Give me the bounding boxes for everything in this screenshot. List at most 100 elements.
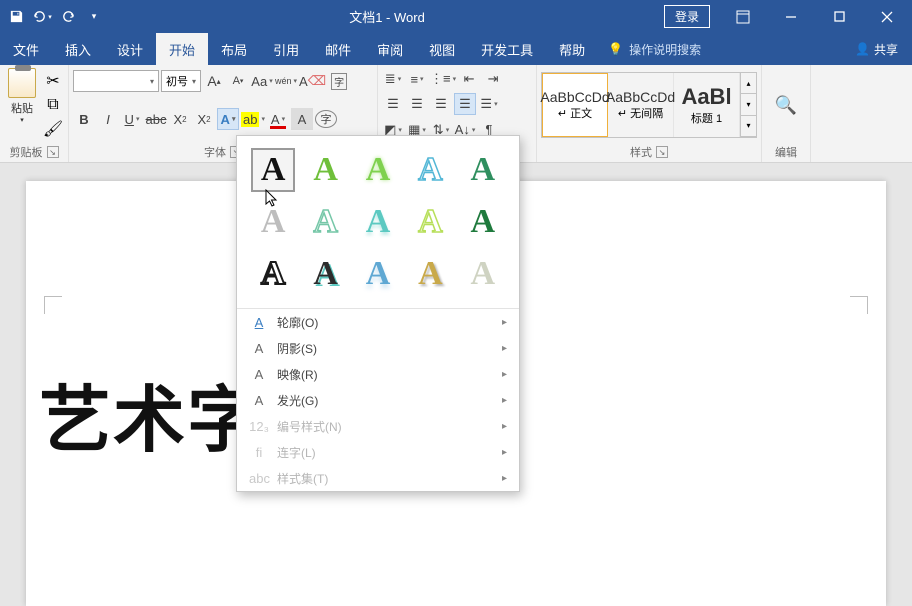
justify-button[interactable]: ☰: [454, 93, 476, 115]
font-size-combo[interactable]: 初号▾: [161, 70, 201, 92]
text-effect-swatch-13[interactable]: A: [356, 252, 400, 296]
stylistic-sets-icon: abc: [249, 471, 269, 486]
share-label: 共享: [874, 41, 898, 58]
tab-review[interactable]: 审阅: [364, 33, 416, 65]
tab-home[interactable]: 开始: [156, 33, 208, 65]
save-button[interactable]: [4, 5, 28, 29]
text-effect-swatch-1[interactable]: A: [251, 148, 295, 192]
tell-me-label: 操作说明搜索: [629, 41, 701, 58]
style-no-spacing[interactable]: AaBbCcDd↵ 无间隔: [608, 73, 674, 137]
tab-references[interactable]: 引用: [260, 33, 312, 65]
tab-insert[interactable]: 插入: [52, 33, 104, 65]
text-effect-swatch-14[interactable]: A: [408, 252, 452, 296]
style-label: 标题 1: [691, 110, 722, 126]
document-text[interactable]: 艺术字: [39, 361, 261, 466]
italic-button[interactable]: I: [97, 108, 119, 130]
close-button[interactable]: [864, 2, 910, 32]
login-button[interactable]: 登录: [664, 5, 710, 28]
format-painter-button[interactable]: 🖌: [42, 118, 64, 140]
text-effect-swatch-5[interactable]: A: [461, 148, 505, 192]
phonetic-guide-button[interactable]: wén: [275, 70, 297, 92]
multilevel-list-button[interactable]: ⋮≡: [430, 68, 456, 90]
dd-glow[interactable]: A发光(G)▸: [237, 387, 519, 413]
chevron-right-icon: ▸: [502, 447, 507, 458]
find-button[interactable]: 🔍: [766, 95, 806, 116]
copy-button[interactable]: ⧉: [42, 94, 64, 116]
dd-shadow[interactable]: A阴影(S)▸: [237, 335, 519, 361]
style-preview: AaBbCcDd: [540, 89, 609, 105]
ribbon-options-button[interactable]: [720, 2, 766, 32]
style-heading-1[interactable]: AaBl标题 1: [674, 73, 740, 137]
font-name-combo[interactable]: ▾: [73, 70, 159, 92]
share-button[interactable]: 👤 共享: [841, 33, 912, 65]
font-color-button[interactable]: A: [267, 108, 289, 130]
maximize-button[interactable]: [816, 2, 862, 32]
enclose-character-button[interactable]: 字: [315, 110, 337, 128]
grow-font-button[interactable]: A▴: [203, 70, 225, 92]
decrease-indent-button[interactable]: ⇤: [458, 68, 480, 90]
tab-layout[interactable]: 布局: [208, 33, 260, 65]
subscript-button[interactable]: X2: [169, 108, 191, 130]
strikethrough-button[interactable]: abc: [145, 108, 167, 130]
paste-button[interactable]: 粘贴 ▾: [4, 68, 40, 124]
styles-scroll-down[interactable]: ▾: [741, 94, 756, 115]
text-effect-swatch-9[interactable]: A: [408, 200, 452, 244]
tell-me-search[interactable]: 💡 操作说明搜索: [598, 33, 711, 65]
undo-button[interactable]: ▾: [30, 5, 54, 29]
text-effect-swatch-6[interactable]: A: [251, 200, 295, 244]
text-effects-dropdown: A A A A A A A A A A A A A A A A轮廓(O)▸ A阴…: [236, 135, 520, 492]
ligatures-icon: fi: [249, 445, 269, 460]
bold-button[interactable]: B: [73, 108, 95, 130]
increase-indent-button[interactable]: ⇥: [482, 68, 504, 90]
tab-design[interactable]: 设计: [104, 33, 156, 65]
bullets-button[interactable]: ≣: [382, 68, 404, 90]
share-icon: 👤: [855, 42, 870, 56]
chevron-right-icon: ▸: [502, 395, 507, 406]
tab-developer[interactable]: 开发工具: [468, 33, 546, 65]
styles-expand[interactable]: ▾: [741, 116, 756, 137]
redo-button[interactable]: [56, 5, 80, 29]
font-size-value: 初号: [166, 73, 188, 89]
search-icon: 🔍: [775, 95, 797, 116]
qat-customize-button[interactable]: ▾: [82, 5, 106, 29]
text-effect-swatch-3[interactable]: A: [356, 148, 400, 192]
text-effects-button[interactable]: A: [217, 108, 239, 130]
clear-formatting-button[interactable]: A⌫: [299, 70, 326, 92]
text-effect-swatch-12[interactable]: A: [303, 252, 347, 296]
align-center-button[interactable]: ☰: [406, 93, 428, 115]
shadow-icon: A: [249, 341, 269, 356]
style-normal[interactable]: AaBbCcDd↵ 正文: [542, 73, 608, 137]
text-effect-swatch-10[interactable]: A: [461, 200, 505, 244]
tab-mailings[interactable]: 邮件: [312, 33, 364, 65]
character-shading-button[interactable]: A: [291, 108, 313, 130]
styles-scroll-up[interactable]: ▴: [741, 73, 756, 94]
text-effect-swatch-11[interactable]: A: [251, 252, 295, 296]
text-effect-swatch-7[interactable]: A: [303, 200, 347, 244]
dd-ligatures: fi连字(L)▸: [237, 439, 519, 465]
highlight-button[interactable]: ab: [241, 108, 265, 130]
text-effect-swatch-4[interactable]: A: [408, 148, 452, 192]
align-left-button[interactable]: ☰: [382, 93, 404, 115]
text-effect-swatch-2[interactable]: A: [303, 148, 347, 192]
tab-view[interactable]: 视图: [416, 33, 468, 65]
enclose-characters-button[interactable]: 字: [328, 70, 350, 92]
tab-help[interactable]: 帮助: [546, 33, 598, 65]
change-case-button[interactable]: Aa: [251, 70, 273, 92]
minimize-button[interactable]: [768, 2, 814, 32]
tab-file[interactable]: 文件: [0, 33, 52, 65]
dd-outline[interactable]: A轮廓(O)▸: [237, 309, 519, 335]
text-effect-swatch-8[interactable]: A: [356, 200, 400, 244]
clipboard-dialog-launcher[interactable]: ↘: [47, 146, 59, 158]
numbering-button[interactable]: ≡: [406, 68, 428, 90]
align-right-button[interactable]: ☰: [430, 93, 452, 115]
shrink-font-button[interactable]: A▾: [227, 70, 249, 92]
superscript-button[interactable]: X2: [193, 108, 215, 130]
style-label: ↵ 正文: [558, 105, 592, 121]
text-effect-swatch-15[interactable]: A: [461, 252, 505, 296]
underline-button[interactable]: U: [121, 108, 143, 130]
distributed-button[interactable]: ☰: [478, 93, 500, 115]
cut-button[interactable]: ✂: [42, 70, 64, 92]
group-clipboard: 粘贴 ▾ ✂ ⧉ 🖌 剪贴板↘: [0, 65, 69, 162]
styles-dialog-launcher[interactable]: ↘: [656, 146, 668, 158]
dd-reflection[interactable]: A映像(R)▸: [237, 361, 519, 387]
